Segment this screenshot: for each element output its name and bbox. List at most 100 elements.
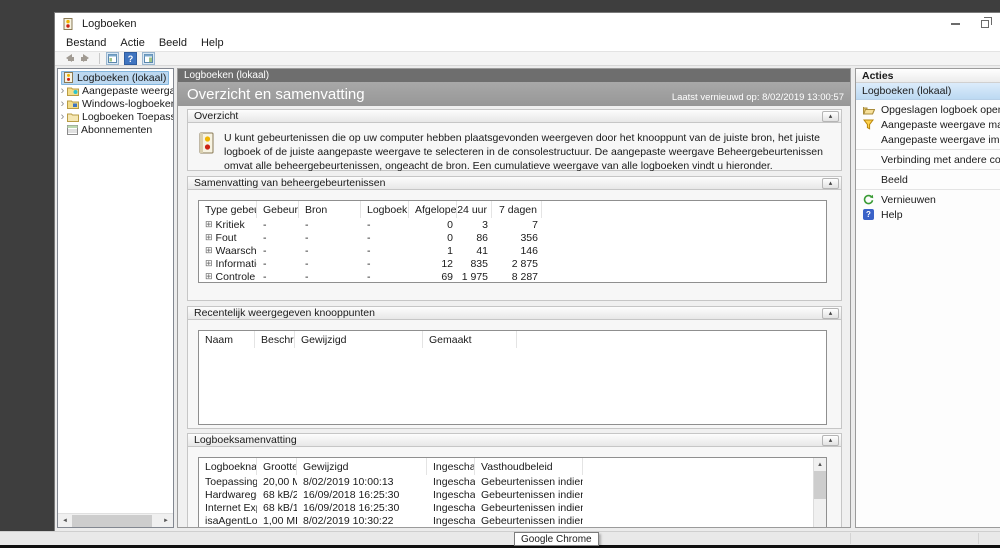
collapse-button[interactable]: ▴ <box>822 111 839 122</box>
cell: - <box>361 271 409 283</box>
cell: - <box>299 219 361 231</box>
table-row[interactable]: ⊞Fout - - - 0 86 356 <box>199 231 826 244</box>
actions-separator <box>856 169 1000 170</box>
window-title: Logboeken <box>82 18 136 30</box>
column-header[interactable]: Grootte (h... <box>257 458 297 475</box>
expand-plus-icon[interactable]: ⊞ <box>205 271 213 282</box>
column-header[interactable]: Bron <box>299 201 361 218</box>
actions-context-header[interactable]: Logboeken (lokaal) <box>856 83 1000 100</box>
action-import-custom-view[interactable]: Aangepaste weergave importeren... <box>856 132 1000 147</box>
column-header[interactable]: Gebeurt... <box>257 201 299 218</box>
title-bar[interactable]: Logboeken <box>55 13 1000 34</box>
column-header[interactable]: Beschrijvi... <box>255 331 295 348</box>
windows-logs-folder-icon <box>67 99 79 109</box>
action-view-menu[interactable]: Beeld <box>856 172 1000 187</box>
cell: 68 kB/20 ... <box>257 489 297 501</box>
tree-item-aangepaste-weergaven[interactable]: › Aangepaste weergaven <box>58 84 173 97</box>
expand-plus-icon[interactable]: ⊞ <box>205 258 213 269</box>
tree-item-abonnementen[interactable]: Abonnementen <box>58 123 173 136</box>
scrollbar-thumb[interactable] <box>814 471 826 499</box>
action-create-custom-view[interactable]: Aangepaste weergave maken... <box>856 117 1000 132</box>
section-overview-header[interactable]: Overzicht ▴ <box>187 109 842 123</box>
column-header[interactable]: 24 uur <box>457 201 492 218</box>
action-refresh[interactable]: Vernieuwen <box>856 192 1000 207</box>
help-toolbar-button[interactable]: ? <box>124 52 137 65</box>
column-header[interactable]: Vasthoudbeleid <box>475 458 583 475</box>
section-recent-nodes: Recentelijk weergegeven knooppunten ▴ Na… <box>187 306 842 429</box>
column-header[interactable]: Gemaakt <box>423 331 517 348</box>
section-log-summary-body: Logboeknaam Grootte (h... Gewijzigd Inge… <box>187 447 842 527</box>
expand-plus-icon[interactable]: ⊞ <box>205 219 213 230</box>
menu-actie[interactable]: Actie <box>113 36 151 50</box>
log-name: Internet Explorer <box>199 502 257 514</box>
event-type: Informatie <box>216 258 257 270</box>
taskbar-tooltip: Google Chrome <box>514 532 599 546</box>
collapse-button[interactable]: ▴ <box>822 178 839 189</box>
console-window-icon <box>108 54 117 63</box>
expand-plus-icon[interactable]: ⊞ <box>205 245 213 256</box>
minimize-button[interactable] <box>940 13 970 34</box>
collapse-button[interactable]: ▴ <box>822 435 839 446</box>
tree-horizontal-scrollbar[interactable]: ◄ ► <box>58 513 173 527</box>
cell: - <box>299 232 361 244</box>
scroll-up-icon[interactable]: ▲ <box>814 458 826 471</box>
table-row[interactable]: isaAgentLog 1,00 MB/1... 8/02/2019 10:30… <box>199 514 813 527</box>
menu-help[interactable]: Help <box>194 36 231 50</box>
chevron-right-icon[interactable]: › <box>58 86 67 96</box>
table-row[interactable]: Internet Explorer 68 kB/1,00... 16/09/20… <box>199 501 813 514</box>
actions-separator <box>856 149 1000 150</box>
show-console-tree-button[interactable] <box>106 52 119 65</box>
refresh-icon <box>862 194 875 205</box>
tree-item-logboeken-toepassingen[interactable]: › Logboeken Toepassingen en <box>58 110 173 123</box>
forward-button[interactable] <box>80 54 93 63</box>
section-title: Overzicht <box>194 110 238 122</box>
table-row[interactable]: ⊞Controle gesl... - - - 69 1 975 8 287 <box>199 270 826 283</box>
column-header[interactable]: Gewijzigd <box>297 458 427 475</box>
tree-item-logboeken-lokaal[interactable]: Logboeken (lokaal) <box>58 71 173 84</box>
scrollbar-thumb[interactable] <box>72 515 152 527</box>
collapse-button[interactable]: ▴ <box>822 308 839 319</box>
action-help[interactable]: ? Help <box>856 207 1000 222</box>
table-row[interactable]: Toepassing 20,00 MB/... 8/02/2019 10:00:… <box>199 475 813 488</box>
action-open-saved-log[interactable]: Opgeslagen logboek openen... <box>856 102 1000 117</box>
tree-item-windows-logboeken[interactable]: › Windows-logboeken <box>58 97 173 110</box>
section-admin-summary-body: Type gebeurtenis Gebeurt... Bron Logboek… <box>187 190 842 301</box>
tree-item-label: Logboeken Toepassingen en <box>82 111 173 123</box>
section-recent-nodes-header[interactable]: Recentelijk weergegeven knooppunten ▴ <box>187 306 842 320</box>
back-button[interactable] <box>62 54 75 63</box>
expand-plus-icon[interactable]: ⊞ <box>205 232 213 243</box>
properties-toolbar-button[interactable] <box>142 52 155 65</box>
column-header[interactable]: Logboek <box>361 201 409 218</box>
cell: 8/02/2019 10:30:22 <box>297 515 427 527</box>
event-type: Waarschuwing <box>216 245 257 257</box>
column-header[interactable]: Naam <box>199 331 255 348</box>
column-header[interactable]: Ingeschak... <box>427 458 475 475</box>
log-name: Hardwaregebeurtenissen <box>199 489 257 501</box>
log-summary-vertical-scrollbar[interactable]: ▲ ▼ <box>813 458 826 527</box>
table-row[interactable]: ⊞Kritiek - - - 0 3 7 <box>199 218 826 231</box>
column-header[interactable]: Logboeknaam <box>199 458 257 475</box>
chevron-right-icon[interactable]: › <box>58 99 67 109</box>
action-connect-other-computer[interactable]: Verbinding met andere computer make... <box>856 152 1000 167</box>
column-header[interactable]: Type gebeurtenis <box>199 201 257 218</box>
table-row[interactable]: ⊞Informatie - - - 12 835 2 875 <box>199 257 826 270</box>
table-row[interactable]: ⊞Waarschuwing - - - 1 41 146 <box>199 244 826 257</box>
menu-beeld[interactable]: Beeld <box>152 36 194 50</box>
taskbar[interactable] <box>0 531 1000 545</box>
column-header[interactable]: 7 dagen <box>492 201 542 218</box>
section-admin-summary: Samenvatting van beheergebeurtenissen ▴ … <box>187 176 842 301</box>
column-header[interactable]: Gewijzigd <box>295 331 423 348</box>
chevron-right-icon[interactable]: › <box>58 112 67 122</box>
column-header[interactable]: Afgelope... <box>409 201 457 218</box>
section-log-summary-header[interactable]: Logboeksamenvatting ▴ <box>187 433 842 447</box>
cell: 1 975 <box>457 271 492 283</box>
event-type: Controle gesl... <box>216 271 257 283</box>
section-admin-summary-header[interactable]: Samenvatting van beheergebeurtenissen ▴ <box>187 176 842 190</box>
scroll-left-icon[interactable]: ◄ <box>58 514 72 528</box>
menu-bestand[interactable]: Bestand <box>59 36 113 50</box>
table-row[interactable]: Hardwaregebeurtenissen 68 kB/20 ... 16/0… <box>199 488 813 501</box>
action-label: Verbinding met andere computer make... <box>881 154 1000 166</box>
restore-button[interactable] <box>970 13 1000 34</box>
last-refreshed-text: Laatst vernieuwd op: 8/02/2019 13:00:57 <box>672 92 844 106</box>
scroll-right-icon[interactable]: ► <box>159 514 173 528</box>
